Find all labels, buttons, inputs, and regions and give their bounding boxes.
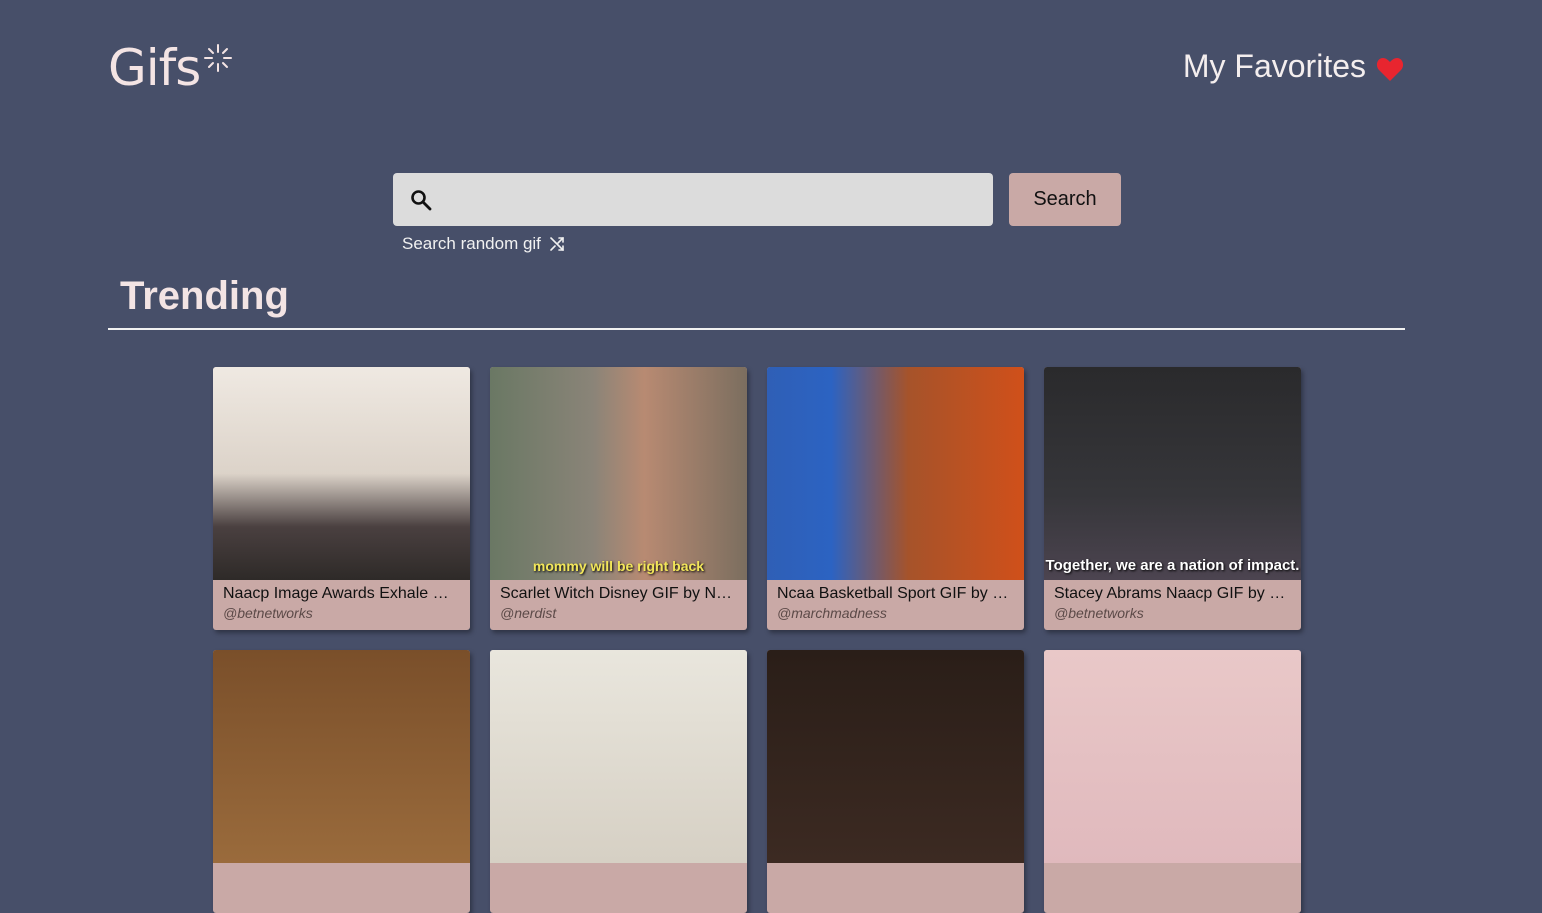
gif-title: Ncaa Basketball Sport GIF by NCAA March … xyxy=(777,585,1014,602)
search-input[interactable] xyxy=(445,187,989,212)
search-icon xyxy=(411,189,432,210)
gif-grid: Naacp Image Awards Exhale GIF by BET Net… xyxy=(213,367,1301,913)
gif-card[interactable] xyxy=(213,650,470,913)
favorites-label: My Favorites xyxy=(1182,48,1366,84)
gif-thumbnail: Together, we are a nation of impact. xyxy=(1044,367,1301,580)
search-button[interactable]: Search xyxy=(1009,173,1121,226)
gif-user: @nerdist xyxy=(500,605,557,621)
gif-thumbnail xyxy=(213,367,470,580)
gif-title: Scarlet Witch Disney GIF by Nerdist xyxy=(500,585,737,602)
gif-caption: mommy will be right back xyxy=(532,558,705,574)
gif-card[interactable] xyxy=(767,650,1024,913)
gif-card[interactable] xyxy=(1044,650,1301,913)
my-favorites-link[interactable]: My Favorites xyxy=(1183,48,1404,85)
trending-heading: Trending xyxy=(120,274,289,318)
gif-card[interactable]: Ncaa Basketball Sport GIF by NCAA March … xyxy=(767,367,1024,630)
gif-title: Naacp Image Awards Exhale GIF by BET Net… xyxy=(223,585,460,602)
gif-card[interactable]: mommy will be right back Scarlet Witch D… xyxy=(490,367,747,630)
search-field[interactable] xyxy=(393,173,993,226)
divider xyxy=(108,328,1405,330)
gif-caption: Together, we are a nation of impact. xyxy=(1045,557,1300,574)
gif-card[interactable]: Together, we are a nation of impact. Sta… xyxy=(1044,367,1301,630)
random-gif-label: Search random gif xyxy=(402,234,541,253)
gif-title: Stacey Abrams Naacp GIF by BET Networks xyxy=(1054,585,1291,602)
gif-card[interactable] xyxy=(490,650,747,913)
logo[interactable]: Gifs xyxy=(108,38,201,98)
sparkle-icon xyxy=(204,44,232,72)
gif-card[interactable]: Naacp Image Awards Exhale GIF by BET Net… xyxy=(213,367,470,630)
header: Gifs My Favorites xyxy=(0,0,1542,130)
gif-thumbnail xyxy=(767,367,1024,580)
gif-user: @betnetworks xyxy=(223,605,313,621)
gif-thumbnail: mommy will be right back xyxy=(490,367,747,580)
shuffle-icon xyxy=(550,237,564,251)
search-bar: Search xyxy=(393,173,1121,226)
gif-user: @betnetworks xyxy=(1054,605,1144,621)
search-random-gif-link[interactable]: Search random gif xyxy=(402,234,565,254)
heart-icon xyxy=(1376,57,1404,81)
gif-user: @marchmadness xyxy=(777,605,887,621)
